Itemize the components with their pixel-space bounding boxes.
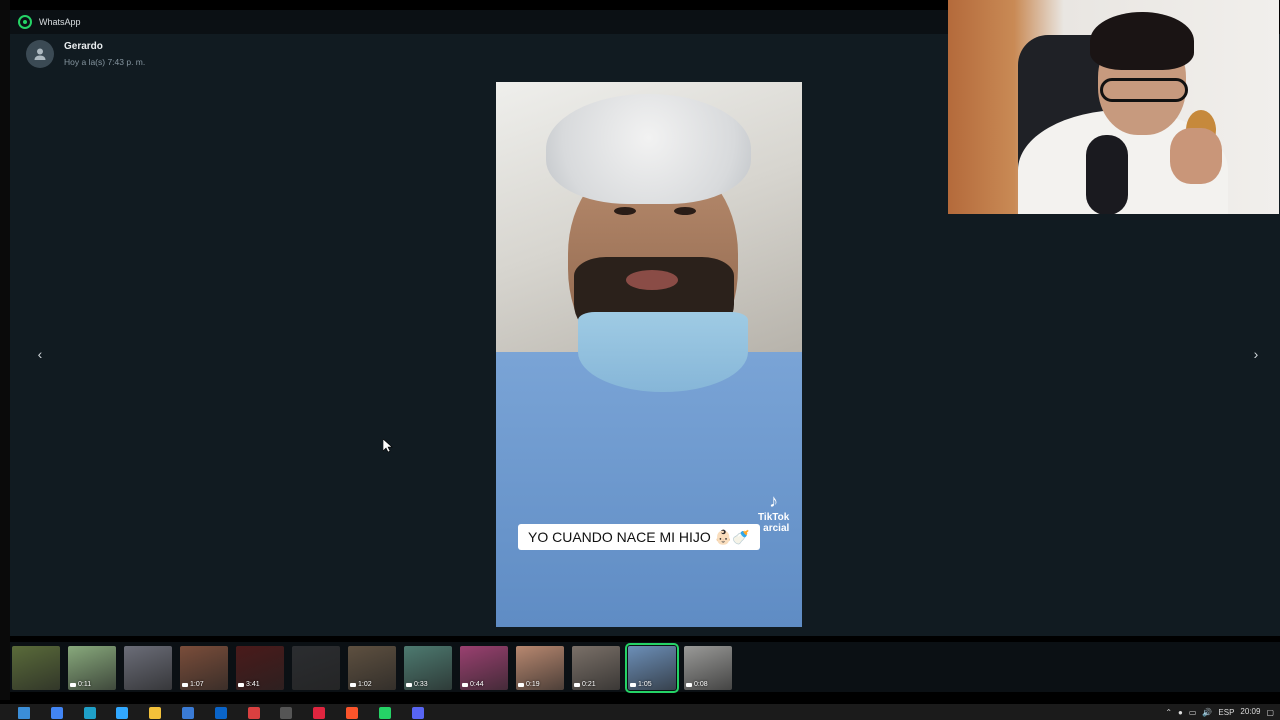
media-thumbnail[interactable] xyxy=(124,646,172,690)
sender-name: Gerardo xyxy=(64,41,103,52)
media-thumbnail[interactable]: 1:05 xyxy=(625,643,679,693)
avatar[interactable] xyxy=(26,40,54,68)
glasses xyxy=(1100,78,1188,102)
cursor-arrow-icon xyxy=(382,438,393,453)
thumbnail-duration: 0:33 xyxy=(406,681,428,688)
video-camera-icon xyxy=(350,682,356,687)
video-camera-icon xyxy=(70,682,76,687)
obs-icon[interactable] xyxy=(280,707,293,719)
video-camera-icon xyxy=(630,682,636,687)
duration-text: 0:19 xyxy=(526,681,540,688)
language-indicator[interactable]: ESP xyxy=(1218,708,1234,717)
surgical-gown xyxy=(496,352,802,627)
photoshop-icon[interactable] xyxy=(116,707,129,719)
thumbnail-duration: 0:11 xyxy=(70,681,91,688)
chrome-icon[interactable] xyxy=(50,707,63,719)
previous-media-button[interactable]: ‹ xyxy=(30,344,50,364)
store-icon[interactable] xyxy=(182,707,194,719)
media-thumbnail[interactable]: 0:19 xyxy=(516,646,564,690)
duration-text: 0:08 xyxy=(694,681,708,688)
person-icon xyxy=(34,48,46,60)
window-titlebar: WhatsApp xyxy=(10,10,950,34)
video-camera-icon xyxy=(518,682,524,687)
duration-text: 3:41 xyxy=(246,681,260,688)
video-camera-icon xyxy=(406,682,412,687)
media-thumbnail[interactable]: 0:21 xyxy=(572,646,620,690)
volume-icon[interactable]: 🔊 xyxy=(1202,708,1212,717)
media-thumbnail[interactable]: 0:33 xyxy=(404,646,452,690)
clock[interactable]: 20:09 xyxy=(1240,708,1260,716)
media-thumbnail[interactable]: 1:07 xyxy=(180,646,228,690)
video-camera-icon xyxy=(182,682,188,687)
video-player[interactable]: YO CUANDO NACE MI HIJO 👶🏻🍼 ♪ TikTok arci… xyxy=(496,82,802,627)
chevron-left-icon: ‹ xyxy=(37,346,43,362)
media-thumbnail[interactable]: 3:41 xyxy=(236,646,284,690)
whatsapp-icon[interactable] xyxy=(378,707,391,719)
media-thumbnail[interactable]: 0:08 xyxy=(684,646,732,690)
video-camera-icon xyxy=(574,682,580,687)
duration-text: 1:07 xyxy=(190,681,204,688)
right-eye xyxy=(674,207,696,215)
tiktok-watermark: ♪ TikTok arcial xyxy=(758,491,790,534)
surgical-cap xyxy=(546,94,751,204)
whatsapp-icon xyxy=(18,15,32,29)
chevron-up-icon[interactable]: ⌃ xyxy=(1165,708,1172,717)
file-explorer-icon[interactable] xyxy=(149,707,162,719)
system-tray: ⌃ ● ▭ 🔊 ESP 20:09 ▢ xyxy=(1165,704,1280,720)
video-caption: YO CUANDO NACE MI HIJO 👶🏻🍼 xyxy=(518,524,760,550)
video-camera-icon xyxy=(462,682,468,687)
duration-text: 0:11 xyxy=(78,681,92,688)
mouth xyxy=(626,270,678,290)
chevron-right-icon: › xyxy=(1253,346,1259,362)
thumbnail-duration: 0:44 xyxy=(462,681,484,688)
left-edge-background xyxy=(0,0,10,700)
media-thumbnail[interactable] xyxy=(12,646,60,690)
sender-info: Gerardo Hoy a la(s) 7:43 p. m. xyxy=(26,40,145,68)
face-mask xyxy=(578,312,748,392)
microphone-icon[interactable]: ● xyxy=(1178,708,1183,717)
duration-text: 0:33 xyxy=(414,681,428,688)
windows-start-icon[interactable] xyxy=(18,707,30,719)
outlook-icon[interactable] xyxy=(214,707,227,719)
thumbnail-duration: 3:41 xyxy=(238,681,260,688)
tiktok-brand: TikTok xyxy=(758,511,790,523)
video-camera-icon xyxy=(238,682,244,687)
video-camera-icon xyxy=(686,682,692,687)
tiktok-username: arcial xyxy=(763,522,790,534)
network-icon[interactable]: ▭ xyxy=(1189,708,1197,717)
message-timestamp: Hoy a la(s) 7:43 p. m. xyxy=(64,57,146,67)
discord-icon[interactable] xyxy=(411,707,424,719)
streamer-hand xyxy=(1170,128,1222,184)
duration-text: 0:21 xyxy=(582,681,596,688)
media-thumbnail[interactable] xyxy=(292,646,340,690)
duration-text: 1:02 xyxy=(358,681,372,688)
thumbnail-duration: 0:08 xyxy=(686,681,708,688)
microphone xyxy=(1086,135,1128,214)
webcam-overlay xyxy=(948,0,1279,214)
thumbnail-duration: 1:05 xyxy=(630,681,652,688)
thumbnail-duration: 1:07 xyxy=(182,681,204,688)
thumbnail-duration: 0:19 xyxy=(518,681,540,688)
edge-icon[interactable] xyxy=(83,707,96,719)
media-thumbnail[interactable]: 1:02 xyxy=(348,646,396,690)
tiktok-logo-icon: ♪ xyxy=(769,491,779,511)
opera-icon[interactable] xyxy=(313,707,326,719)
left-eye xyxy=(614,207,636,215)
calendar-icon[interactable] xyxy=(247,707,260,719)
windows-taskbar: ⌃ ● ▭ 🔊 ESP 20:09 ▢ xyxy=(0,704,1280,720)
streamer-hair xyxy=(1090,12,1194,70)
duration-text: 1:05 xyxy=(638,681,652,688)
thumbnail-duration: 1:02 xyxy=(350,681,372,688)
media-thumbnail[interactable]: 0:44 xyxy=(460,646,508,690)
media-thumbnail[interactable]: 0:11 xyxy=(68,646,116,690)
media-thumbnail-strip: 0:11 1:07 3:41 1:02 0:33 0:44 0:19 0:21 1:05 0:08 xyxy=(10,642,1280,693)
next-media-button[interactable]: › xyxy=(1246,344,1266,364)
duration-text: 0:44 xyxy=(470,681,484,688)
notification-icon[interactable]: ▢ xyxy=(1266,708,1274,717)
thumbnail-duration: 0:21 xyxy=(574,681,596,688)
brave-icon[interactable] xyxy=(346,707,358,719)
window-title: WhatsApp xyxy=(39,17,81,27)
